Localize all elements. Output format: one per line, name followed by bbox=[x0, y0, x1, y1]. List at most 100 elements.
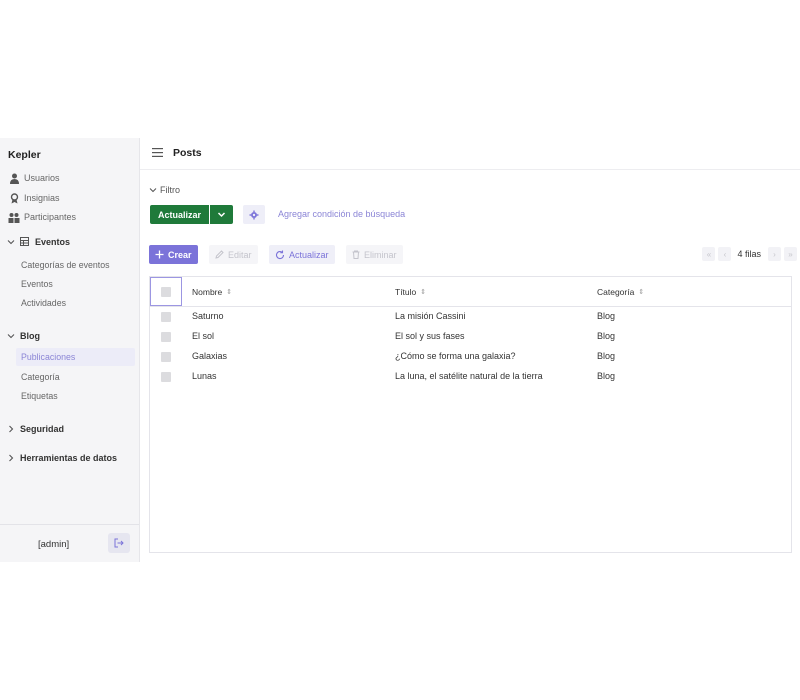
cell-categoria: Blog bbox=[597, 371, 616, 381]
sidebar-group-label: Herramientas de datos bbox=[20, 453, 118, 463]
sidebar-item-label: Usuarios bbox=[24, 173, 60, 183]
column-label: Categoría bbox=[597, 287, 635, 297]
cell-nombre: Galaxias bbox=[192, 351, 228, 361]
badge-icon bbox=[8, 192, 20, 204]
cell-nombre: Lunas bbox=[192, 371, 217, 381]
sidebar-item-eventos[interactable]: Eventos bbox=[16, 275, 135, 293]
group-icon bbox=[8, 211, 20, 223]
checkbox-box bbox=[161, 286, 171, 297]
column-header-titulo[interactable]: Título ⇕ bbox=[395, 287, 426, 297]
cell-titulo: La luna, el satélite natural de la tierr… bbox=[395, 371, 543, 381]
cell-titulo: La misión Cassini bbox=[395, 311, 466, 321]
sidebar-group-label: Blog bbox=[20, 331, 40, 341]
table-icon bbox=[20, 237, 30, 247]
filter-refresh-split-button: Actualizar bbox=[150, 205, 234, 224]
sidebar-group-blog[interactable]: Blog bbox=[7, 327, 40, 345]
last-page-button[interactable]: » bbox=[784, 247, 797, 261]
first-page-button[interactable]: « bbox=[702, 247, 716, 261]
hamburger-menu-icon[interactable] bbox=[152, 148, 163, 157]
row-count: 4 filas bbox=[737, 249, 761, 259]
column-label: Título bbox=[395, 287, 417, 297]
sidebar-footer: [admin] bbox=[0, 524, 139, 562]
delete-label: Eliminar bbox=[364, 249, 397, 260]
chevron-down-icon bbox=[217, 212, 226, 218]
sidebar-item-actividades[interactable]: Actividades bbox=[16, 294, 135, 312]
sort-icon: ⇕ bbox=[420, 289, 427, 296]
cell-titulo: ¿Cómo se forma una galaxia? bbox=[395, 351, 516, 361]
filter-refresh-button[interactable]: Actualizar bbox=[150, 205, 210, 224]
logout-button[interactable] bbox=[108, 533, 130, 553]
table-toolbar: Crear Editar Actualizar Eliminar « ‹ 4 f… bbox=[149, 245, 797, 264]
add-search-condition-link[interactable]: Agregar condición de búsqueda bbox=[278, 209, 405, 219]
sidebar-group-herramientas[interactable]: Herramientas de datos bbox=[7, 449, 117, 467]
column-label: Nombre bbox=[192, 287, 223, 297]
sort-icon: ⇕ bbox=[226, 289, 233, 296]
filter-toggle[interactable]: Filtro bbox=[149, 185, 180, 195]
chevron-down-icon bbox=[149, 186, 157, 194]
row-checkbox[interactable] bbox=[161, 372, 171, 382]
sidebar-item-participantes[interactable]: Participantes bbox=[8, 208, 76, 226]
top-bar: Posts bbox=[140, 138, 800, 170]
user-icon bbox=[8, 172, 20, 184]
cell-nombre: Saturno bbox=[192, 311, 224, 321]
sidebar-item-etiquetas[interactable]: Etiquetas bbox=[16, 387, 135, 405]
chevron-down-icon bbox=[7, 332, 15, 340]
prev-page-button[interactable]: ‹ bbox=[718, 247, 732, 261]
cell-titulo: El sol y sus fases bbox=[395, 331, 465, 341]
table-header: Nombre ⇕ Título ⇕ Categoría ⇕ bbox=[150, 277, 791, 307]
delete-button[interactable]: Eliminar bbox=[346, 245, 403, 264]
sidebar: Kepler Usuarios Insignias Participantes bbox=[0, 138, 140, 562]
logout-icon bbox=[114, 538, 124, 548]
sidebar-item-usuarios[interactable]: Usuarios bbox=[8, 169, 60, 187]
cell-categoria: Blog bbox=[597, 331, 616, 341]
sort-icon: ⇕ bbox=[638, 289, 645, 296]
app-window: Kepler Usuarios Insignias Participantes bbox=[0, 138, 800, 562]
select-all-checkbox[interactable] bbox=[150, 277, 182, 306]
row-checkbox[interactable] bbox=[161, 352, 171, 362]
sidebar-group-seguridad[interactable]: Seguridad bbox=[7, 420, 64, 438]
refresh-label: Actualizar bbox=[289, 249, 329, 260]
table-row[interactable]: Lunas La luna, el satélite natural de la… bbox=[150, 367, 791, 387]
filter-label: Filtro bbox=[160, 185, 180, 195]
sidebar-group-label: Eventos bbox=[35, 237, 71, 247]
row-checkbox[interactable] bbox=[161, 312, 171, 322]
next-page-button[interactable]: › bbox=[768, 247, 781, 261]
cell-nombre: El sol bbox=[192, 331, 215, 341]
chevron-right-icon bbox=[7, 454, 15, 462]
page-title: Posts bbox=[173, 147, 202, 159]
sidebar-item-label: Participantes bbox=[24, 212, 77, 222]
create-button[interactable]: Crear bbox=[149, 245, 198, 264]
chevron-down-icon bbox=[7, 238, 15, 246]
chevron-right-icon bbox=[7, 425, 15, 433]
sidebar-item-publicaciones[interactable]: Publicaciones bbox=[16, 348, 135, 366]
gear-icon bbox=[249, 210, 259, 219]
sidebar-item-categoria[interactable]: Categoría bbox=[16, 368, 135, 386]
create-label: Crear bbox=[168, 249, 192, 260]
plus-icon bbox=[155, 250, 164, 259]
current-user: [admin] bbox=[38, 539, 70, 550]
sidebar-item-insignias[interactable]: Insignias bbox=[8, 189, 60, 207]
edit-button[interactable]: Editar bbox=[209, 245, 258, 264]
main-content: Posts Filtro Actualizar Agregar condició… bbox=[140, 138, 800, 562]
sidebar-group-eventos[interactable]: Eventos bbox=[7, 233, 70, 251]
filter-settings-button[interactable] bbox=[243, 205, 265, 224]
cell-categoria: Blog bbox=[597, 311, 616, 321]
trash-icon bbox=[352, 250, 360, 259]
pagination: « ‹ 4 filas › » bbox=[699, 247, 797, 261]
edit-label: Editar bbox=[228, 249, 252, 260]
column-header-nombre[interactable]: Nombre ⇕ bbox=[192, 287, 232, 297]
refresh-button[interactable]: Actualizar bbox=[269, 245, 335, 264]
table-row[interactable]: Saturno La misión Cassini Blog bbox=[150, 307, 791, 327]
data-table: Nombre ⇕ Título ⇕ Categoría ⇕ Saturno La mi… bbox=[149, 276, 792, 553]
column-header-categoria[interactable]: Categoría ⇕ bbox=[597, 287, 644, 297]
app-brand: Kepler bbox=[8, 149, 41, 161]
filter-refresh-dropdown[interactable] bbox=[210, 205, 234, 224]
table-row[interactable]: Galaxias ¿Cómo se forma una galaxia? Blo… bbox=[150, 347, 791, 367]
sidebar-item-label: Insignias bbox=[24, 193, 60, 203]
pencil-icon bbox=[215, 250, 224, 259]
sidebar-item-categorias-eventos[interactable]: Categorías de eventos bbox=[16, 256, 135, 274]
refresh-icon bbox=[275, 250, 285, 260]
row-checkbox[interactable] bbox=[161, 332, 171, 342]
cell-categoria: Blog bbox=[597, 351, 616, 361]
table-row[interactable]: El sol El sol y sus fases Blog bbox=[150, 327, 791, 347]
